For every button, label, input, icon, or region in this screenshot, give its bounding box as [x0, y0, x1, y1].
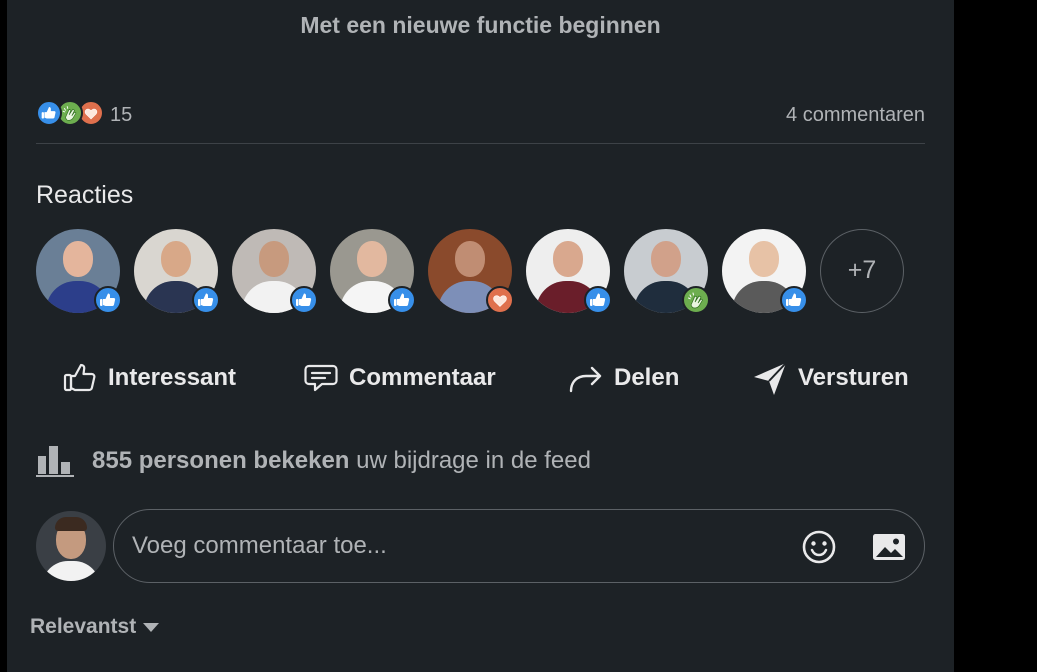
like-badge-icon: [290, 286, 318, 314]
reactor-avatar[interactable]: [526, 229, 612, 314]
like-badge-icon: [94, 286, 122, 314]
start-new-position-link[interactable]: Met een nieuwe functie beginnen: [7, 12, 954, 39]
comment-input[interactable]: [132, 530, 772, 562]
views-count: 855 personen bekeken: [92, 447, 350, 474]
like-icon: [36, 100, 62, 126]
views-text: 855 personen bekeken uw bijdrage in de f…: [92, 447, 591, 475]
comment-button-label: Commentaar: [349, 364, 496, 391]
current-user-avatar[interactable]: [36, 511, 106, 581]
like-badge-icon: [584, 286, 612, 314]
reactor-avatar[interactable]: [624, 229, 710, 314]
celebrate-badge-icon: [682, 286, 710, 314]
like-badge-icon: [192, 286, 220, 314]
social-counts-bar: 15 4 commentaren: [36, 98, 925, 144]
post-action-bar: Interessant Commentaar Delen Versturen: [36, 354, 936, 402]
comment-sort-dropdown[interactable]: Relevantst: [30, 612, 160, 642]
reactions-heading: Reacties: [36, 181, 134, 209]
image-upload-icon[interactable]: [870, 528, 908, 566]
reactor-avatar-list: +7: [36, 229, 936, 315]
window-edge: [0, 0, 7, 672]
reactor-avatar[interactable]: [330, 229, 416, 314]
caret-down-icon: [143, 623, 160, 632]
comment-icon: [304, 364, 338, 392]
share-button[interactable]: Delen: [566, 354, 679, 402]
views-suffix: uw bijdrage in de feed: [349, 447, 591, 474]
share-button-label: Delen: [614, 364, 680, 391]
emoji-icon[interactable]: [800, 528, 838, 566]
like-button-label: Interessant: [108, 364, 237, 391]
send-button[interactable]: Versturen: [750, 354, 909, 402]
reactor-avatar[interactable]: [428, 229, 514, 314]
like-badge-icon: [780, 286, 808, 314]
reaction-summary[interactable]: [36, 100, 108, 126]
post-card: Met een nieuwe functie beginnen 15 4 com…: [7, 0, 954, 672]
thumbs-up-icon: [63, 363, 96, 392]
comment-composer: [113, 509, 925, 583]
post-views-summary[interactable]: 855 personen bekeken uw bijdrage in de f…: [36, 443, 591, 479]
send-button-label: Versturen: [798, 364, 909, 391]
like-badge-icon: [388, 286, 416, 314]
reactor-avatar[interactable]: [134, 229, 220, 314]
analytics-bar-icon: [36, 446, 74, 477]
send-paper-plane-icon: [754, 362, 787, 395]
reaction-count[interactable]: 15: [110, 104, 132, 127]
like-button[interactable]: Interessant: [60, 354, 236, 402]
sort-label: Relevantst: [30, 615, 137, 638]
reactor-avatar[interactable]: [36, 229, 122, 314]
reactor-avatar[interactable]: [232, 229, 318, 314]
reactor-avatar[interactable]: [722, 229, 808, 314]
share-arrow-icon: [569, 366, 602, 393]
love-badge-icon: [486, 286, 514, 314]
comment-button[interactable]: Commentaar: [301, 354, 496, 402]
comment-count-link[interactable]: 4 commentaren: [786, 104, 925, 127]
more-reactors-button[interactable]: +7: [820, 229, 904, 313]
